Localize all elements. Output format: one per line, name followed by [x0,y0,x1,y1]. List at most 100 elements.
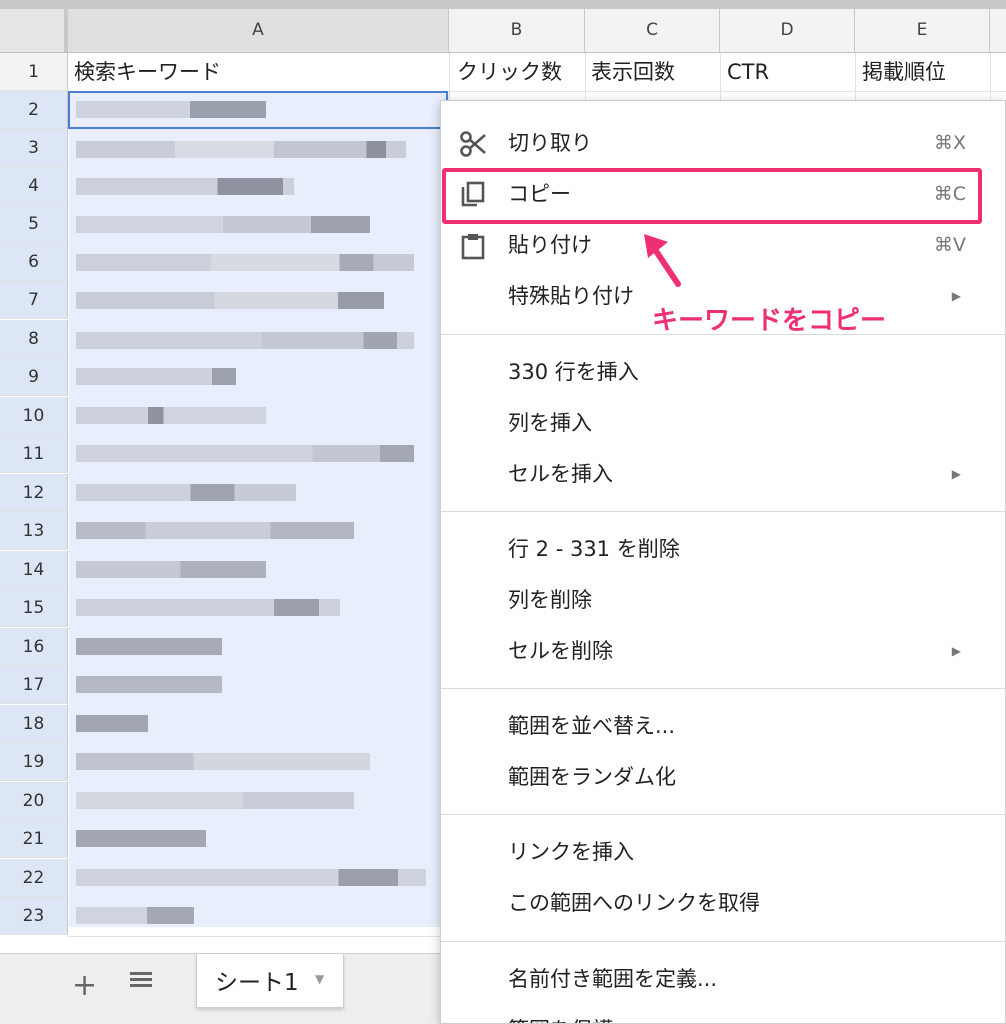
redacted-cell[interactable] [76,676,222,693]
sheet-tab-label: シート1 [215,970,299,996]
clipboard-icon [461,234,485,260]
redacted-cell[interactable] [76,332,414,349]
redacted-cell[interactable] [76,445,414,462]
row-number[interactable]: 6 [0,243,68,281]
menu-item-insert-link[interactable]: リンクを挿入 [441,827,1005,877]
row-number[interactable]: 22 [0,859,68,897]
header-cell-position[interactable]: 掲載順位 [862,53,988,91]
column-header-a[interactable]: A [68,9,449,52]
row-number[interactable]: 17 [0,666,68,704]
menu-item-paste[interactable]: 貼り付け ⌘V [441,220,1005,270]
row-number[interactable]: 4 [0,167,68,205]
menu-label: 330 行を挿入 [508,360,639,384]
menu-item-get-link[interactable]: この範囲へのリンクを取得 [441,878,1005,928]
row-number[interactable]: 1 [0,53,68,91]
redacted-cell[interactable] [76,216,370,233]
redacted-cell[interactable] [76,792,354,809]
header-cell-ctr[interactable]: CTR [727,53,853,91]
active-cell-a2[interactable] [68,91,448,129]
redacted-cell[interactable] [76,522,354,539]
redacted-cell[interactable] [76,178,294,195]
redacted-cell[interactable] [76,599,340,616]
menu-shortcut: ⌘X [933,132,966,154]
menu-divider [441,941,1005,942]
sheet-tab-active[interactable]: シート1 ▼ [196,954,344,1008]
redacted-cell[interactable] [76,561,266,578]
row-number[interactable]: 11 [0,435,68,473]
redacted-cell[interactable] [76,407,266,424]
redacted-cell[interactable] [76,141,406,158]
menu-label: 範囲を保護 [508,1005,613,1023]
menu-item-delete-column[interactable]: 列を削除 [441,575,1005,625]
redacted-cell[interactable] [76,715,148,732]
menu-label: リンクを挿入 [508,840,634,864]
plus-icon[interactable]: + [72,968,97,1003]
row-number[interactable]: 23 [0,897,68,935]
header-cell-keyword[interactable]: 検索キーワード [74,53,444,91]
column-header-e[interactable]: E [855,9,990,52]
menu-divider [441,511,1005,512]
row-number[interactable]: 14 [0,551,68,589]
column-header-c[interactable]: C [585,9,720,52]
redacted-cell[interactable] [76,368,236,385]
redacted-cell[interactable] [76,638,222,655]
row-number[interactable]: 19 [0,743,68,781]
menu-label: 範囲をランダム化 [508,765,676,789]
menu-item-protect-range[interactable]: 範囲を保護 [441,1005,1005,1023]
redacted-cell[interactable] [76,484,296,501]
row-number[interactable]: 7 [0,281,68,319]
menu-divider [441,814,1005,815]
row-number[interactable]: 21 [0,820,68,858]
menu-item-define-named-range[interactable]: 名前付き範囲を定義... [441,954,1005,1004]
menu-item-insert-cells[interactable]: セルを挿入 ▶ [441,449,1005,499]
menu-label: 列を挿入 [508,411,592,435]
row-number[interactable]: 9 [0,358,68,396]
redacted-cell[interactable] [76,830,206,847]
hamburger-icon[interactable] [130,972,156,994]
row-number[interactable]: 16 [0,628,68,666]
redacted-cell[interactable] [76,254,414,271]
menu-item-insert-column[interactable]: 列を挿入 [441,398,1005,448]
menu-label: 切り取り [508,131,592,155]
column-header-d[interactable]: D [720,9,855,52]
annotation-label: キーワードをコピー [652,306,887,336]
redacted-cell[interactable] [76,753,370,770]
scissors-icon [460,131,486,157]
menu-label: 特殊貼り付け [508,284,634,308]
menu-item-randomize-range[interactable]: 範囲をランダム化 [441,752,1005,802]
annotation-arrow-icon [644,234,681,287]
row-number[interactable]: 12 [0,474,68,512]
redacted-cell[interactable] [76,292,384,309]
redacted-cell[interactable] [76,869,426,886]
row-number[interactable]: 10 [0,397,68,435]
column-header-row: A B C D E [0,9,1006,53]
row-number[interactable]: 20 [0,782,68,820]
row-number[interactable]: 8 [0,320,68,358]
menu-label: セルを削除 [508,639,613,663]
chevron-right-icon: ▶ [951,289,961,303]
row-number[interactable]: 13 [0,512,68,550]
row-number[interactable]: 18 [0,705,68,743]
row-number[interactable]: 3 [0,129,68,167]
header-cell-impressions[interactable]: 表示回数 [591,53,717,91]
column-header-b[interactable]: B [449,9,585,52]
menu-shortcut: ⌘V [934,234,966,256]
menu-item-delete-cells[interactable]: セルを削除 ▶ [441,626,1005,676]
annotation-highlight-box [442,168,982,224]
chevron-right-icon: ▶ [951,644,961,658]
chevron-down-icon[interactable]: ▼ [315,972,324,986]
row-number[interactable]: 5 [0,205,68,243]
redacted-cell[interactable] [76,907,194,924]
row-number[interactable]: 2 [0,91,68,129]
header-cell-clicks[interactable]: クリック数 [457,53,583,91]
select-all-corner[interactable] [0,9,68,52]
menu-item-cut[interactable]: 切り取り ⌘X [441,118,1005,168]
row-number[interactable]: 15 [0,589,68,627]
menu-label: この範囲へのリンクを取得 [508,891,760,915]
menu-item-insert-rows[interactable]: 330 行を挿入 [441,347,1005,397]
menu-label: 行 2 - 331 を削除 [508,537,680,561]
menu-label: セルを挿入 [508,462,613,486]
menu-item-delete-rows[interactable]: 行 2 - 331 を削除 [441,524,1005,574]
menu-item-sort-range[interactable]: 範囲を並べ替え... [441,701,1005,751]
menu-label: 範囲を並べ替え... [508,714,676,738]
